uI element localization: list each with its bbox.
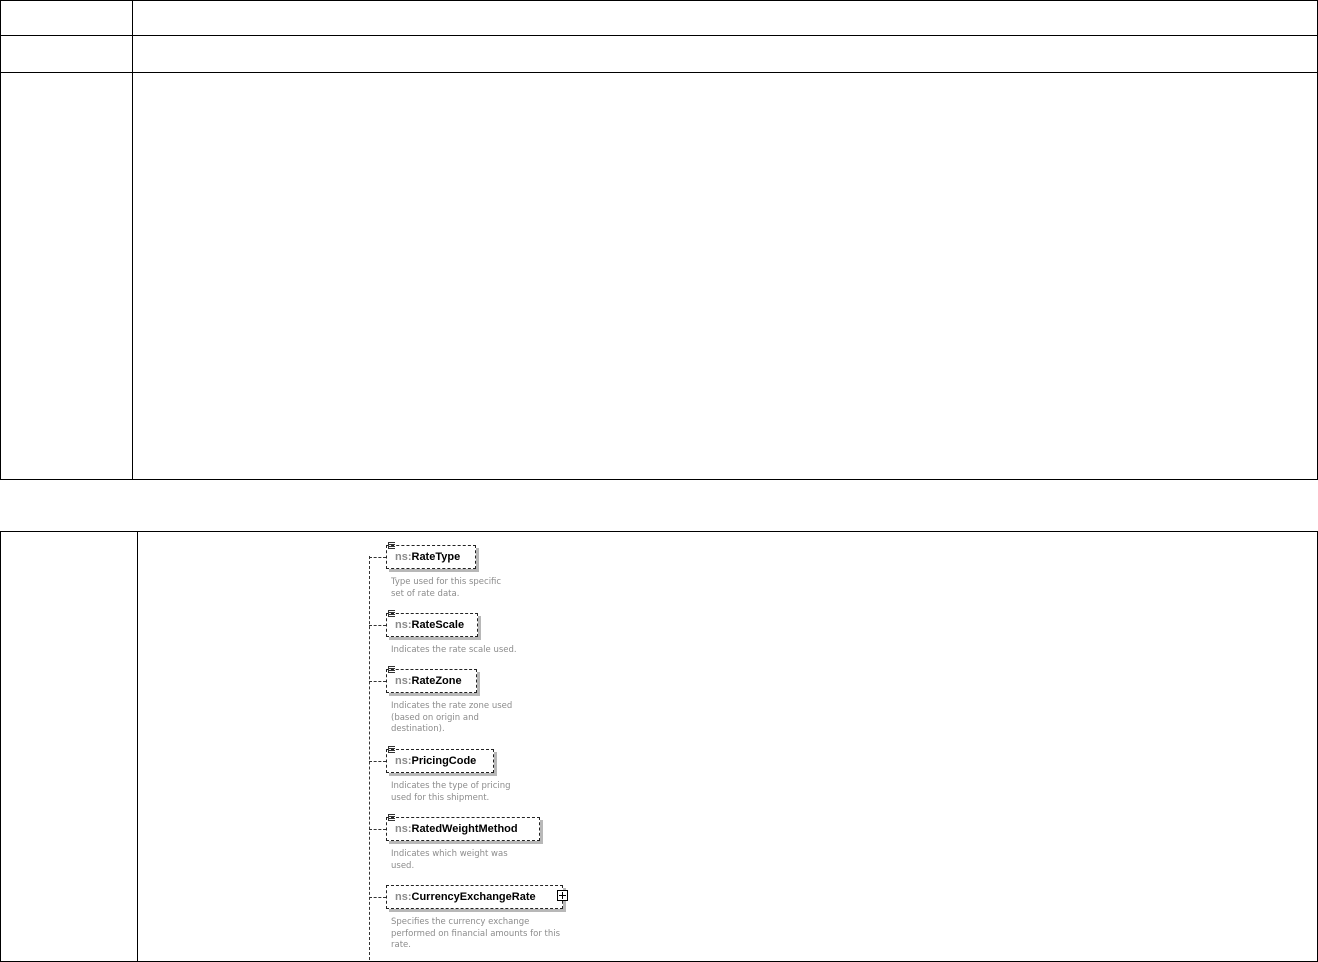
branch-connector [369, 557, 386, 558]
branch-connector [369, 829, 386, 830]
table-cell [0, 0, 133, 36]
table-cell [0, 72, 133, 480]
annotation-glyph-icon [388, 814, 395, 821]
table-cell [0, 35, 133, 73]
sequence-connector [369, 556, 370, 960]
element-documentation: Specifies the currency exchange performe… [391, 917, 561, 950]
element-documentation: Indicates the rate scale used. [391, 645, 517, 655]
element-documentation: Indicates which weight was used. [391, 849, 508, 871]
element-node-currencyexchangerate[interactable]: ns:CurrencyExchangeRate [386, 885, 568, 909]
element-node-ratescale[interactable]: ns:RateScale [386, 610, 478, 637]
table-cell [132, 72, 1318, 480]
expand-plus-icon[interactable] [557, 890, 568, 901]
table-cell [0, 531, 138, 962]
branch-connector [369, 897, 386, 898]
branch-connector [369, 681, 386, 682]
annotation-glyph-icon [388, 610, 395, 617]
element-node-ratetype[interactable]: ns:RateType [386, 542, 476, 569]
annotation-glyph-icon [388, 746, 395, 753]
annotation-glyph-icon [388, 666, 395, 673]
element-documentation: Type used for this specific set of rate … [391, 577, 502, 599]
annotation-glyph-icon [388, 542, 395, 549]
branch-connector [369, 761, 386, 762]
element-documentation: Indicates the type of pricing used for t… [391, 781, 511, 803]
element-node-pricingcode[interactable]: ns:PricingCode [386, 746, 494, 773]
table-cell [132, 0, 1318, 36]
diagram-table [0, 531, 1318, 962]
element-node-ratedweightmethod[interactable]: ns:RatedWeightMethod [386, 814, 540, 841]
element-node-ratezone[interactable]: ns:RateZone [386, 666, 477, 693]
branch-connector [369, 625, 386, 626]
table-cell [132, 35, 1318, 73]
properties-table [0, 0, 1318, 480]
element-documentation: Indicates the rate zone used (based on o… [391, 701, 513, 734]
diagram-cell [137, 531, 1318, 962]
